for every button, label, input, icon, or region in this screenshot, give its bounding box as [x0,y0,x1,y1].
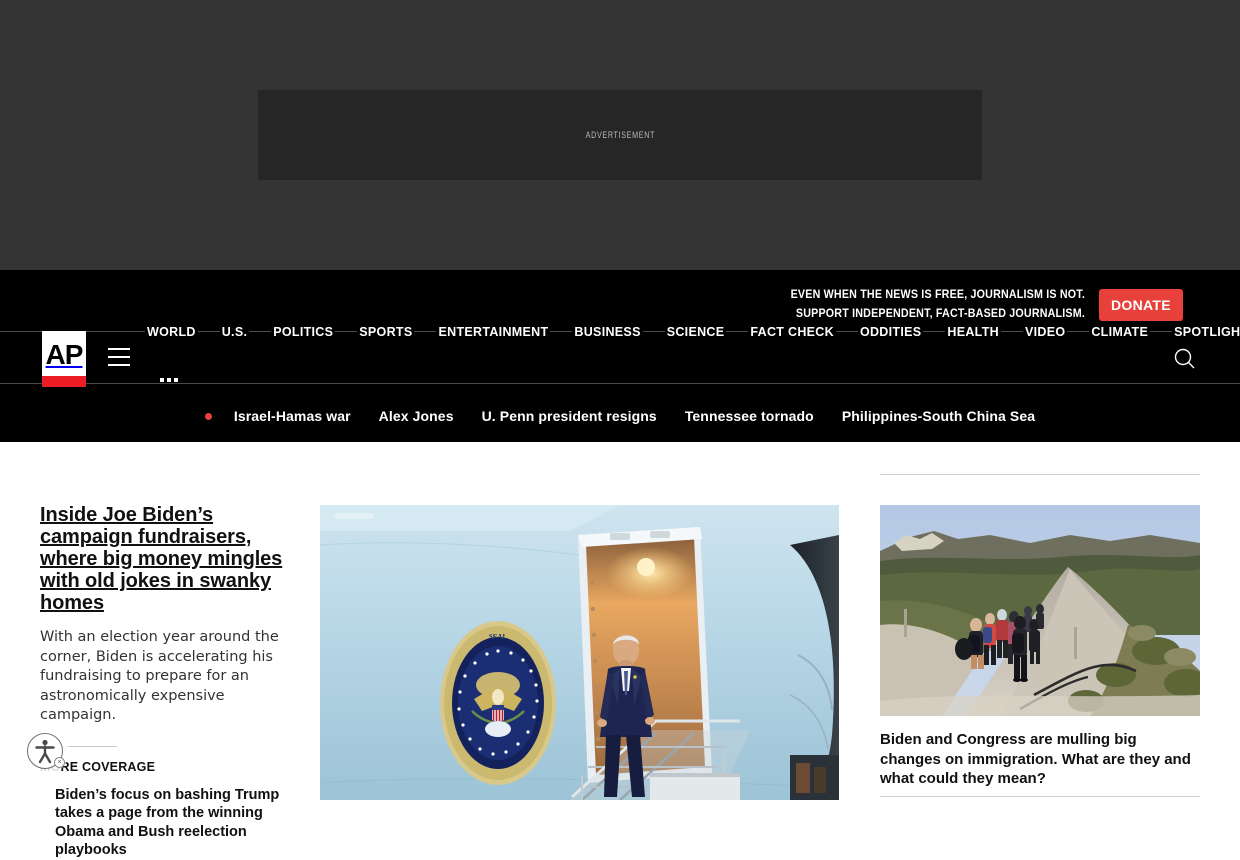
trending-bar: Israel-Hamas war Alex Jones U. Penn pres… [0,390,1240,442]
nav-item-politics[interactable]: POLITICS [271,325,336,339]
lead-story-headline[interactable]: Inside Joe Biden’s campaign fundraisers,… [40,504,282,614]
secondary-story-top-divider [880,474,1200,475]
hamburger-icon[interactable] [108,348,130,366]
secondary-story-bottom-divider [880,796,1200,797]
lead-story-column: Inside Joe Biden’s campaign fundraisers,… [40,504,295,860]
donate-promo-text: EVEN WHEN THE NEWS IS FREE, JOURNALISM I… [783,286,1085,324]
donate-promo-line1: EVEN WHEN THE NEWS IS FREE, JOURNALISM I… [790,289,1085,301]
ellipsis-icon[interactable] [157,378,181,382]
more-coverage-link[interactable]: Biden’s focus on bashing Trump takes a p… [55,786,295,860]
accessibility-close-icon[interactable]: × [54,757,65,768]
lead-story-image[interactable]: SEAL [320,505,839,800]
hamburger-bar [108,364,130,366]
secondary-story-headline[interactable]: Biden and Congress are mulling big chang… [880,730,1200,789]
trending-live-dot [204,412,212,420]
nav-item-health[interactable]: HEALTH [945,325,1001,339]
svg-text:SEAL: SEAL [489,633,508,641]
ellipsis-dot [174,378,178,382]
lead-story-description: With an election year around the corner,… [40,629,279,723]
secondary-story-image[interactable] [880,505,1200,716]
hamburger-bar [108,356,130,358]
advertisement-label: ADVERTISEMENT [585,130,655,140]
trending-item-israel-hamas-war[interactable]: Israel-Hamas war [234,408,351,424]
ap-logo-bar [42,376,86,387]
more-coverage-label: MORE COVERAGE [40,759,156,774]
nav-item-spotlight[interactable]: SPOTLIGHT [1172,325,1240,339]
ap-logo-text: AP [45,339,84,370]
hamburger-bar [108,348,130,350]
ap-logo[interactable]: AP [42,331,86,387]
nav-rule-bottom [0,383,1240,384]
trending-item-tennessee-tornado[interactable]: Tennessee tornado [685,408,814,424]
nav-item-video[interactable]: VIDEO [1022,325,1068,339]
trending-item-alex-jones[interactable]: Alex Jones [379,408,454,424]
trending-item-upenn-president[interactable]: U. Penn president resigns [482,408,657,424]
nav-item-science[interactable]: SCIENCE [664,325,727,339]
nav-item-entertainment[interactable]: ENTERTAINMENT [436,325,551,339]
advertisement-slot[interactable]: ADVERTISEMENT [258,90,982,180]
primary-nav: WORLD U.S. POLITICS SPORTS ENTERTAINMENT… [145,322,1240,342]
nav-item-us[interactable]: U.S. [219,325,250,339]
accessibility-widget[interactable]: × [27,733,65,769]
nav-item-business[interactable]: BUSINESS [572,325,643,339]
nav-item-fact-check[interactable]: FACT CHECK [748,325,836,339]
ellipsis-dot [167,378,171,382]
nav-item-world[interactable]: WORLD [145,325,198,339]
nav-item-sports[interactable]: SPORTS [357,325,415,339]
nav-item-climate[interactable]: CLIMATE [1089,325,1151,339]
ellipsis-dot [160,378,164,382]
search-icon[interactable] [1172,346,1198,372]
donate-button[interactable]: DONATE [1099,289,1183,321]
advertisement-strip: ADVERTISEMENT [0,0,1240,270]
trending-item-philippines-south-china-sea[interactable]: Philippines-South China Sea [842,408,1035,424]
nav-item-oddities[interactable]: ODDITIES [857,325,924,339]
main-content: Inside Joe Biden’s campaign fundraisers,… [0,442,1240,858]
